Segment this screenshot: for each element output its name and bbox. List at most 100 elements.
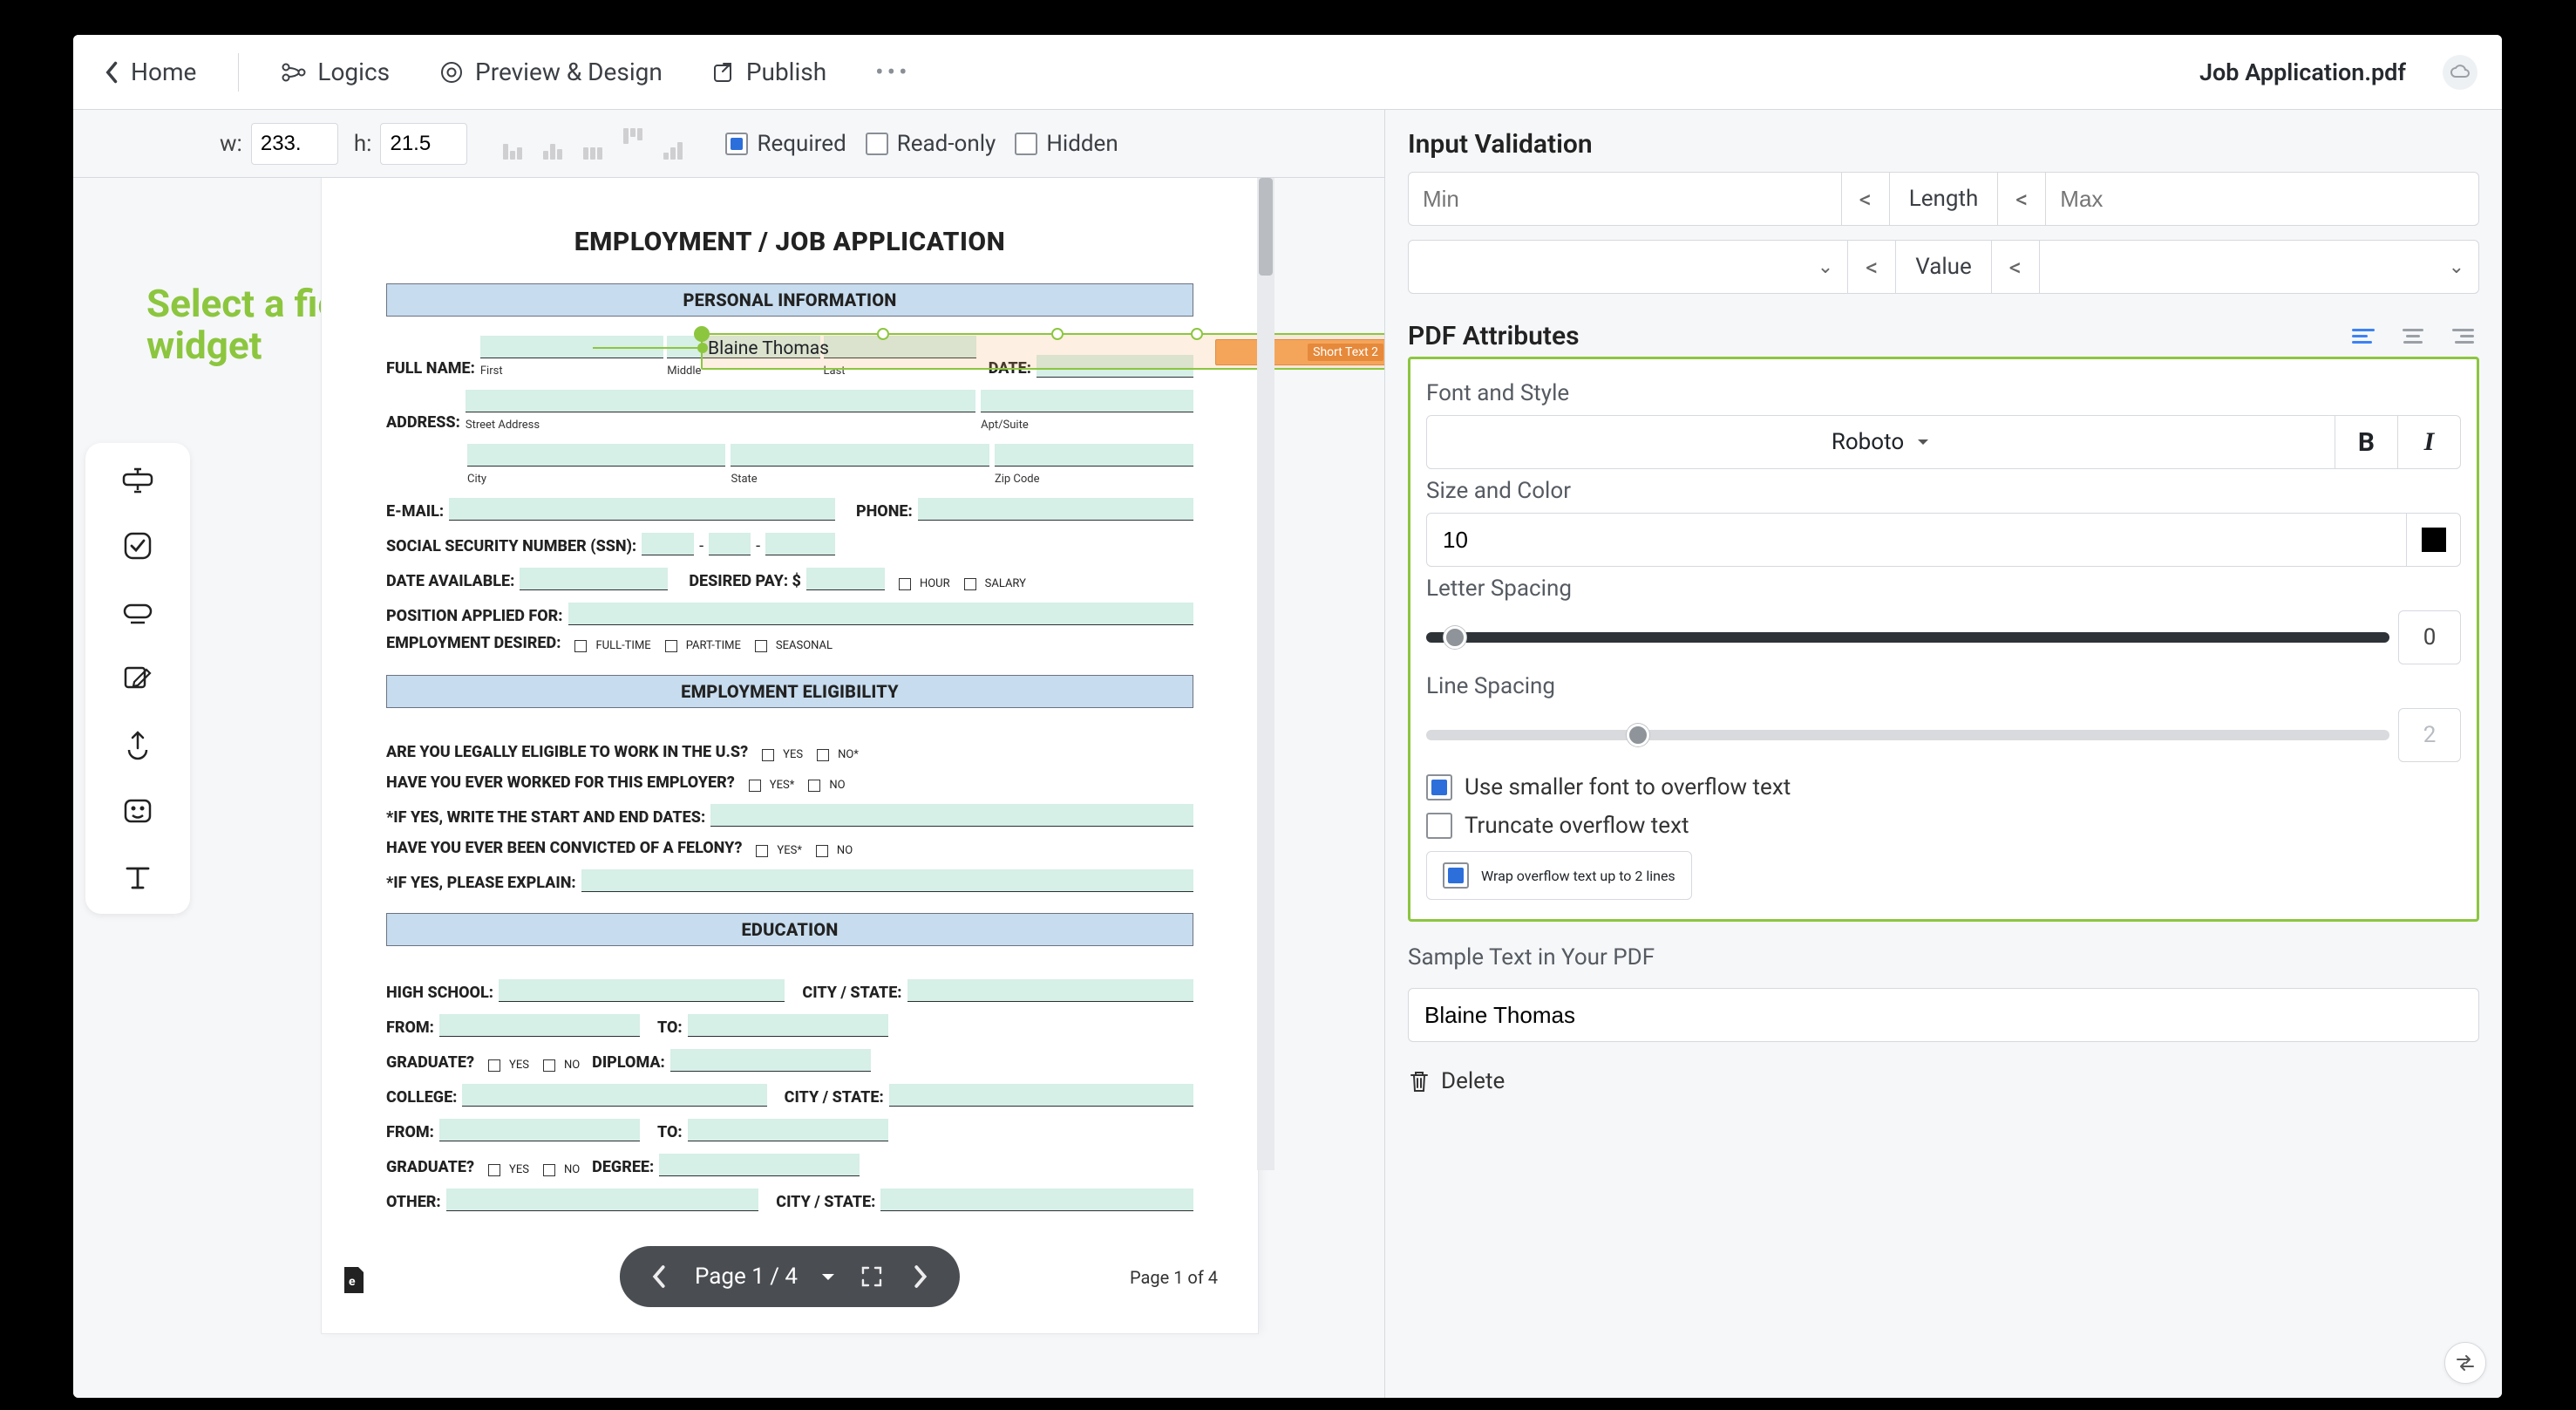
tool-checkbox-icon[interactable] [117,525,159,567]
color-preview-icon [2422,528,2446,552]
value-validation-row: ⌄ < Value < ⌄ [1408,240,2479,294]
q-eligible: ARE YOU LEGALLY ELIGIBLE TO WORK IN THE … [386,743,748,761]
tool-image-icon[interactable] [117,790,159,832]
opt-smaller-font[interactable]: Use smaller font to overflow text [1426,774,2461,800]
opt-truncate[interactable]: Truncate overflow text [1426,813,2461,839]
tool-dropdown-icon[interactable] [117,591,159,633]
cloud-status-icon[interactable] [2443,55,2477,90]
required-label: Required [757,131,846,157]
eye-icon [438,60,465,85]
align-icon-3[interactable] [577,128,608,160]
line-spacing-slider[interactable] [1426,708,2389,762]
min-input[interactable] [1409,173,1841,225]
checkbox-icon [725,133,748,155]
nav-preview-label: Preview & Design [475,58,663,86]
fullscreen-button[interactable] [859,1264,885,1290]
italic-button[interactable]: I [2398,415,2461,469]
font-select[interactable]: Roboto [1426,415,2335,469]
nav-logics-label: Logics [317,58,390,86]
checkbox-icon [1426,774,1452,800]
checkbox-icon [1015,133,1037,155]
opt-parttime: PART-TIME [686,639,741,652]
delete-label: Delete [1441,1068,1505,1094]
bold-button[interactable]: B [2335,415,2398,469]
checkbox-icon [1443,862,1469,889]
nav-more[interactable]: ••• [868,54,917,90]
sample-text-input[interactable] [1408,988,2479,1042]
width-input[interactable] [251,123,338,165]
label-date: DATE: [989,359,1031,378]
nav-logics[interactable]: Logics [274,54,397,90]
align-right-button[interactable] [2441,320,2479,351]
chevron-down-icon[interactable]: ⌄ [2435,256,2478,278]
nav-preview[interactable]: Preview & Design [432,54,669,90]
height-control: h: [354,123,468,165]
doc-title: EMPLOYMENT / JOB APPLICATION [386,227,1193,257]
line-spacing-value[interactable]: 2 [2398,708,2461,762]
label-phone: PHONE: [856,502,913,521]
trash-icon [1408,1068,1431,1094]
align-center-button[interactable] [2394,320,2432,351]
value-min-select[interactable] [1409,241,1804,293]
tool-text-field-icon[interactable] [117,459,159,501]
sublabel-first: First [480,364,663,378]
left-column: w: h: Required [73,110,1385,1398]
value-max-select[interactable] [2040,241,2435,293]
readonly-label: Read-only [897,131,996,157]
q-felony: HAVE YOU EVER BEEN CONVICTED OF A FELONY… [386,839,742,857]
align-icon-4[interactable] [617,128,649,160]
scrollbar-thumb[interactable] [1259,178,1273,276]
sublabel-zip: Zip Code [995,473,1193,486]
lt-icon: < [1842,185,1889,214]
q-explain: *IF YES, PLEASE EXPLAIN: [386,874,576,892]
align-icon-5[interactable] [657,128,689,160]
line-spacing-label: Line Spacing [1426,673,2461,699]
pdf-page[interactable]: EMPLOYMENT / JOB APPLICATION PERSONAL IN… [322,178,1258,1333]
tool-upload-icon[interactable] [117,724,159,766]
nav-publish[interactable]: Publish [704,54,833,90]
required-check[interactable]: Required [725,131,846,157]
next-page-button[interactable] [907,1264,934,1290]
side-toolbox [85,443,190,914]
letter-spacing-slider[interactable] [1426,610,2389,664]
opt-seasonal: SEASONAL [776,639,833,652]
caret-down-icon[interactable] [820,1270,836,1283]
font-name: Roboto [1832,429,1904,455]
value-label: Value [1896,254,1991,280]
page-scrollbar[interactable] [1257,178,1274,1170]
align-icon-2[interactable] [537,128,568,160]
q-worked: HAVE YOU EVER WORKED FOR THIS EMPLOYER? [386,773,735,792]
nav-home[interactable]: Home [98,54,203,90]
letter-spacing-label: Letter Spacing [1426,576,2461,602]
nav-publish-label: Publish [746,58,826,86]
font-size-input[interactable] [1426,513,2407,567]
page-label[interactable]: Page 1 / 4 [695,1264,798,1290]
sublabel-state: State [731,473,989,486]
tool-signature-icon[interactable] [117,657,159,699]
readonly-check[interactable]: Read-only [866,131,996,157]
label-full-name: FULL NAME: [386,359,475,378]
height-input[interactable] [380,123,467,165]
align-icon-1[interactable] [497,128,528,160]
swap-panels-button[interactable] [2444,1342,2486,1384]
delete-button[interactable]: Delete [1408,1068,2479,1094]
svg-text:e: e [349,1275,356,1289]
opt-hour: HOUR [920,577,950,590]
field-props-bar: w: h: Required [73,110,1384,178]
tool-text-icon[interactable] [117,856,159,898]
nav-home-label: Home [131,58,196,86]
prev-page-button[interactable] [646,1264,672,1290]
max-input[interactable] [2046,173,2478,225]
align-left-button[interactable] [2347,320,2385,351]
page-badge-icon: e [341,1265,367,1295]
checkbox-icon [1426,813,1452,839]
color-swatch[interactable] [2407,513,2461,567]
canvas[interactable]: Select a field widget EMPLOYMENT / JOB A… [73,178,1384,1398]
hidden-check[interactable]: Hidden [1015,131,1118,157]
letter-spacing-value[interactable]: 0 [2398,610,2461,664]
validation-title: Input Validation [1408,129,2479,160]
section-personal: PERSONAL INFORMATION [386,283,1193,317]
sublabel-middle: Middle [667,364,819,378]
opt-wrap[interactable]: Wrap overflow text up to 2 lines [1426,851,1692,900]
chevron-down-icon[interactable]: ⌄ [1804,256,1847,278]
